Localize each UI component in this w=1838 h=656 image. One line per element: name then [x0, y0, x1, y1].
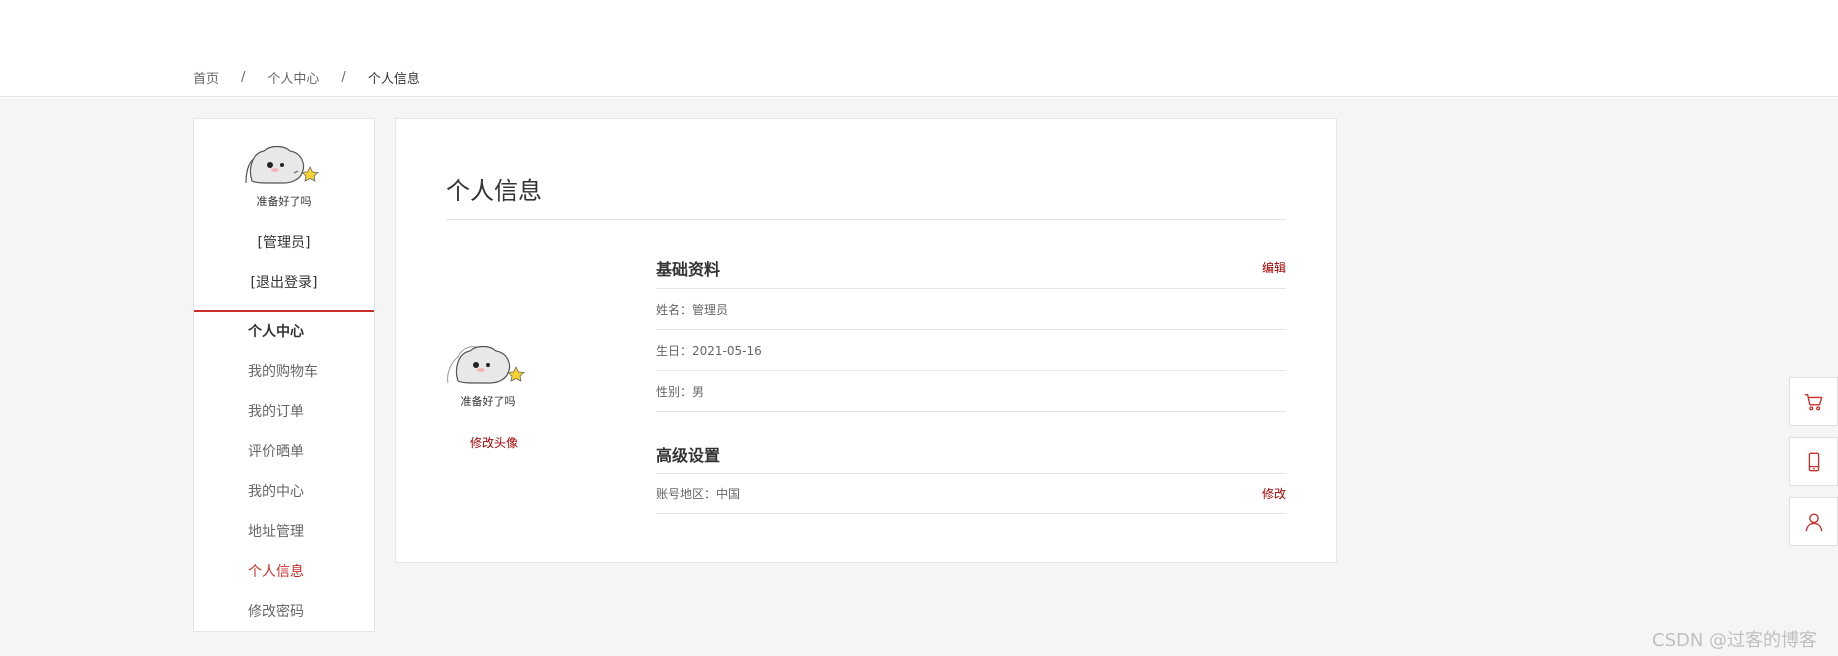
breadcrumb-home[interactable]: 首页	[193, 68, 219, 87]
region-row: 账号地区：中国 修改	[656, 474, 1286, 514]
float-cart-button[interactable]	[1789, 377, 1838, 426]
page-title: 个人信息	[446, 177, 542, 205]
sidebar-item-reviews[interactable]: 评价晒单	[194, 432, 374, 472]
basic-info-heading: 基础资料	[656, 259, 721, 279]
top-bar: 首页 / 个人中心 / 个人信息	[0, 0, 1838, 97]
user-role: [管理员]	[257, 235, 311, 251]
breadcrumb-current: 个人信息	[367, 72, 420, 87]
breadcrumb-separator: /	[241, 70, 246, 85]
sidebar-item-personal-info[interactable]: 个人信息	[194, 552, 374, 592]
sidebar-menu-title: 个人中心	[248, 324, 304, 340]
region-value: 账号地区：中国	[656, 487, 741, 501]
name-row: 姓名：管理员	[656, 289, 1286, 330]
change-avatar-link[interactable]: 修改头像	[470, 434, 518, 451]
sidebar-item-address[interactable]: 地址管理	[194, 512, 374, 552]
breadcrumb: 首页 / 个人中心 / 个人信息	[193, 68, 420, 87]
sidebar-item-change-password[interactable]: 修改密码	[194, 592, 374, 632]
edit-button[interactable]: 编辑	[1262, 259, 1286, 276]
watermark: CSDN @过客的博客	[1652, 630, 1818, 651]
sidebar-item-my-center[interactable]: 我的中心	[194, 472, 374, 512]
basic-info-header: 基础资料 编辑	[656, 247, 1286, 289]
avatar: 准备好了吗	[245, 145, 319, 208]
avatar-large: 准备好了吗	[447, 345, 525, 408]
cart-icon	[1804, 393, 1822, 410]
float-phone-button[interactable]	[1789, 437, 1838, 486]
avatar-caption: 准备好了吗	[257, 194, 312, 208]
logout-link[interactable]: [退出登录]	[194, 272, 374, 292]
gender-row: 性别：男	[656, 371, 1286, 412]
breadcrumb-personal-center[interactable]: 个人中心	[267, 68, 319, 87]
sidebar-item-orders[interactable]: 我的订单	[194, 392, 374, 432]
float-user-button[interactable]	[1789, 497, 1838, 546]
profile-card: 准备好了吗 [管理员] [退出登录]	[194, 119, 374, 312]
sidebar-menu: 个人中心 我的购物车 我的订单 评价晒单 我的中心 地址管理 个人信息 修改密码	[194, 312, 374, 632]
avatar-large-caption: 准备好了吗	[461, 394, 516, 408]
advanced-settings-heading: 高级设置	[656, 445, 721, 465]
info-sections: 基础资料 编辑 姓名：管理员 生日：2021-05-16 性别：男 高级设置 账…	[656, 247, 1286, 514]
birthday-row: 生日：2021-05-16	[656, 330, 1286, 371]
user-icon	[1805, 513, 1822, 531]
advanced-settings-header: 高级设置	[656, 434, 1286, 474]
personal-info-panel: 个人信息 准备好了吗 修改头像 基础资料 编辑 姓名：管理员 生日：2021-0…	[395, 118, 1337, 563]
gender-value: 性别：男	[656, 384, 705, 399]
phone-icon	[1808, 452, 1819, 471]
name-value: 姓名：管理员	[656, 302, 729, 317]
breadcrumb-separator: /	[341, 70, 346, 85]
sidebar-item-cart[interactable]: 我的购物车	[194, 352, 374, 392]
modify-region-button[interactable]: 修改	[1262, 485, 1286, 502]
title-divider	[446, 219, 1286, 220]
sidebar: 准备好了吗 [管理员] [退出登录] 个人中心 我的购物车 我的订单 评价晒单 …	[193, 118, 375, 632]
birthday-value: 生日：2021-05-16	[656, 343, 762, 358]
